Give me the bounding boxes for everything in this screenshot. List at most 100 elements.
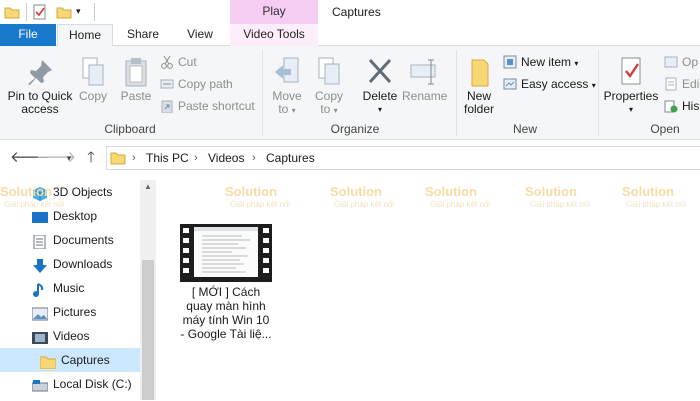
properties-check-icon[interactable]: [32, 4, 48, 20]
watermark-tagline: Giải pháp kết nối: [626, 200, 687, 209]
window-title: Captures: [332, 5, 381, 19]
file-name: [ MỚI ] Cách quay màn hình máy tính Win …: [180, 285, 272, 341]
watermark-tagline: Giải pháp kết nối: [4, 200, 65, 209]
folder-icon: [39, 353, 57, 370]
video-thumbnail: [180, 224, 272, 282]
copy-icon: [79, 56, 107, 88]
forward-arrow-icon[interactable]: 🡒: [36, 149, 76, 167]
nav-item-label: Documents: [53, 233, 114, 247]
open-icon: [664, 55, 678, 69]
nav-item-label: Videos: [53, 329, 90, 343]
nav-item-music[interactable]: Music: [0, 276, 140, 300]
scissors-icon: [160, 55, 174, 69]
up-arrow-icon[interactable]: 🡑: [82, 149, 100, 167]
new-item-dropdown-icon: ▾: [574, 59, 579, 68]
copy-path-label: Copy path: [178, 77, 233, 91]
pin-label-line2: access: [21, 102, 59, 116]
paste-shortcut-button[interactable]: Paste shortcut: [160, 96, 255, 116]
copy-to-button[interactable]: Copy to ▾: [310, 56, 348, 117]
breadcrumb-chevron-icon[interactable]: ›: [194, 146, 198, 170]
properties-dropdown-icon: ▾: [628, 105, 633, 114]
group-label-clipboard: Clipboard: [104, 122, 156, 136]
edit-icon: [664, 77, 678, 91]
delete-dropdown-icon: ▾: [377, 105, 382, 114]
breadcrumb-chevron-icon[interactable]: ›: [252, 146, 256, 170]
nav-pane-scroll-thumb[interactable]: [142, 260, 154, 400]
back-arrow-icon[interactable]: 🡐: [10, 149, 50, 167]
videos-icon: [32, 329, 48, 344]
copy-to-label-line2: to: [320, 102, 331, 116]
breadcrumb-captures[interactable]: Captures: [266, 146, 315, 170]
move-to-button[interactable]: Move to ▾: [268, 56, 306, 117]
edit-button[interactable]: Edi: [664, 74, 699, 94]
properties-label: Properties: [603, 89, 659, 103]
tab-view[interactable]: View: [172, 24, 228, 46]
easy-access-icon: [503, 77, 517, 91]
paste-shortcut-icon: [160, 99, 174, 114]
delete-button[interactable]: Delete ▾: [360, 56, 400, 116]
breadcrumb-chevron-icon[interactable]: ›: [132, 146, 136, 170]
qat-divider-2: [94, 3, 95, 21]
paste-label: Paste: [120, 89, 152, 103]
desktop-icon: [32, 209, 48, 223]
download-icon: [32, 257, 48, 273]
tab-share[interactable]: Share: [114, 24, 172, 46]
open-button[interactable]: Op: [664, 52, 698, 72]
nav-item-documents[interactable]: Documents: [0, 228, 140, 252]
pin-icon: [24, 56, 56, 88]
new-folder-qat-icon[interactable]: [56, 4, 72, 20]
pin-to-quick-access-button[interactable]: Pin to Quick access: [4, 56, 76, 116]
easy-access-button[interactable]: Easy access ▾: [503, 74, 596, 94]
new-item-icon: [503, 55, 517, 69]
watermark-logo: Solution: [525, 184, 577, 199]
group-separator: [456, 50, 457, 136]
rename-button[interactable]: Rename: [402, 56, 447, 103]
qat-divider: [26, 3, 27, 21]
move-dropdown-icon: ▾: [291, 106, 296, 115]
nav-item-pictures[interactable]: Pictures: [0, 300, 140, 324]
new-item-button[interactable]: New item ▾: [503, 52, 578, 72]
paste-icon: [122, 56, 150, 88]
context-tab-play: Play: [230, 0, 318, 24]
new-folder-button[interactable]: New folder: [460, 56, 498, 116]
delete-label: Delete: [362, 89, 398, 103]
breadcrumb-this-pc[interactable]: This PC: [146, 146, 189, 170]
disk-icon: [31, 377, 49, 392]
paste-button[interactable]: Paste: [116, 56, 156, 103]
tab-file[interactable]: File: [0, 24, 56, 46]
open-label: Op: [682, 55, 699, 69]
cut-button[interactable]: Cut: [160, 52, 197, 72]
recent-locations-chevron-icon[interactable]: ▾: [60, 149, 78, 167]
properties-icon: [616, 56, 646, 88]
watermark-tagline: Giải pháp kết nối: [430, 200, 491, 209]
history-button[interactable]: His: [664, 96, 699, 116]
nav-item-label: Music: [53, 281, 85, 295]
properties-button[interactable]: Properties ▾: [602, 56, 660, 116]
nav-item-videos[interactable]: Videos: [0, 324, 140, 348]
watermark-logo: Solution: [330, 184, 382, 199]
folder-icon: [110, 150, 126, 166]
customize-qat-icon[interactable]: ▾: [76, 4, 86, 18]
watermark-tagline: Giải pháp kết nối: [230, 200, 291, 209]
copy-path-button[interactable]: Copy path: [160, 74, 233, 94]
scroll-up-arrow-icon[interactable]: ▲: [143, 182, 153, 192]
nav-item-local-disk[interactable]: Local Disk (C:): [0, 372, 140, 396]
easy-access-label: Easy access: [521, 77, 589, 91]
tab-home[interactable]: Home: [57, 24, 113, 47]
new-folder-icon: [464, 56, 494, 88]
tab-video-tools[interactable]: Video Tools: [230, 24, 318, 46]
pictures-icon: [31, 305, 49, 321]
nav-item-downloads[interactable]: Downloads: [0, 252, 140, 276]
breadcrumb-videos[interactable]: Videos: [208, 146, 244, 170]
edit-label: Edi: [682, 77, 700, 91]
folder-icon[interactable]: [4, 4, 20, 20]
move-to-icon: [272, 56, 302, 88]
nav-item-captures[interactable]: Captures: [0, 348, 140, 372]
watermark-logo: Solution: [622, 184, 674, 199]
nav-item-label: Pictures: [53, 305, 97, 319]
watermark-logo: Solution: [225, 184, 277, 199]
copy-button[interactable]: Copy: [76, 56, 110, 103]
nav-item-label: Captures: [61, 353, 110, 367]
document-preview: [194, 227, 258, 277]
group-label-new: New: [512, 122, 537, 136]
